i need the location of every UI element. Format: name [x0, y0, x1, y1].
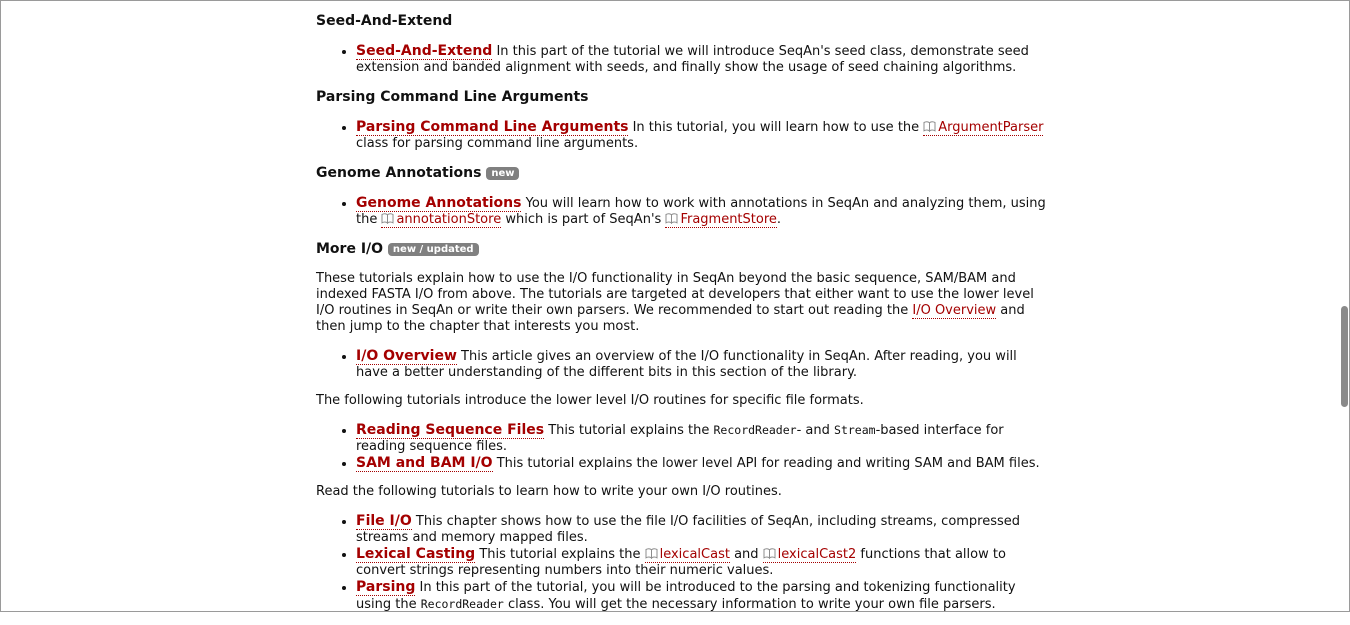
paragraph-lower-level: The following tutorials introduce the lo…: [316, 393, 864, 408]
list-item: I/O Overview This article gives an overv…: [356, 348, 1046, 381]
list-item: Parsing In this part of the tutorial, yo…: [356, 579, 1046, 613]
heading-genome-annotations: Genome Annotations new: [316, 164, 1046, 182]
link-lexicalcast2[interactable]: lexicalCast2: [762, 547, 857, 563]
list-item: Parsing Command Line Arguments In this t…: [356, 119, 1046, 152]
link-seed-and-extend[interactable]: Seed-And-Extend: [356, 43, 493, 60]
list-io-overview: I/O Overview This article gives an overv…: [316, 348, 1046, 381]
heading-seed-and-extend: Seed-And-Extend: [316, 13, 453, 29]
link-lexical-casting[interactable]: Lexical Casting: [356, 546, 476, 563]
paragraph-io-intro: These tutorials explain how to use the I…: [316, 271, 1034, 334]
list-args: Parsing Command Line Arguments In this t…: [316, 119, 1046, 152]
paragraph-own-io: Read the following tutorials to learn ho…: [316, 484, 782, 499]
link-parsing-args[interactable]: Parsing Command Line Arguments: [356, 119, 629, 136]
link-io-overview-inline[interactable]: I/O Overview: [912, 303, 997, 319]
status-badge: new / updated: [387, 243, 479, 256]
link-io-overview[interactable]: I/O Overview: [356, 348, 457, 365]
link-annotationstore[interactable]: annotationStore: [381, 212, 502, 228]
list-seed: Seed-And-Extend In this part of the tuto…: [316, 43, 1046, 76]
book-icon: [763, 548, 776, 559]
list-item: Lexical Casting This tutorial explains t…: [356, 546, 1046, 579]
link-genome-annotations[interactable]: Genome Annotations: [356, 195, 522, 212]
heading-more-io: More I/O new / updated: [316, 240, 1046, 258]
list-item: Genome Annotations You will learn how to…: [356, 195, 1046, 228]
vertical-scrollbar-thumb[interactable]: [1341, 306, 1348, 407]
link-argumentparser[interactable]: ArgumentParser: [923, 120, 1044, 136]
link-file-io[interactable]: File I/O: [356, 513, 412, 530]
book-icon: [381, 213, 394, 224]
list-genome: Genome Annotations You will learn how to…: [316, 195, 1046, 228]
heading-parsing-args: Parsing Command Line Arguments: [316, 89, 589, 105]
list-item: Seed-And-Extend In this part of the tuto…: [356, 43, 1046, 76]
link-sam-bam-io[interactable]: SAM and BAM I/O: [356, 455, 493, 472]
list-item: File I/O This chapter shows how to use t…: [356, 513, 1046, 546]
list-item: SAM and BAM I/O This tutorial explains t…: [356, 455, 1046, 472]
link-parsing[interactable]: Parsing: [356, 579, 416, 596]
book-icon: [665, 213, 678, 224]
list-item: Reading Sequence Files This tutorial exp…: [356, 422, 1046, 455]
link-reading-sequence-files[interactable]: Reading Sequence Files: [356, 422, 545, 439]
link-fragmentstore[interactable]: FragmentStore: [665, 212, 777, 228]
book-icon: [923, 121, 936, 132]
status-badge: new: [486, 167, 520, 180]
list-lower-level: Reading Sequence Files This tutorial exp…: [316, 422, 1046, 472]
book-icon: [645, 548, 658, 559]
list-own-io: File I/O This chapter shows how to use t…: [316, 513, 1046, 613]
link-lexicalcast[interactable]: lexicalCast: [644, 547, 730, 563]
tutorial-content: Seed-And-Extend Seed-And-Extend In this …: [316, 12, 1046, 625]
